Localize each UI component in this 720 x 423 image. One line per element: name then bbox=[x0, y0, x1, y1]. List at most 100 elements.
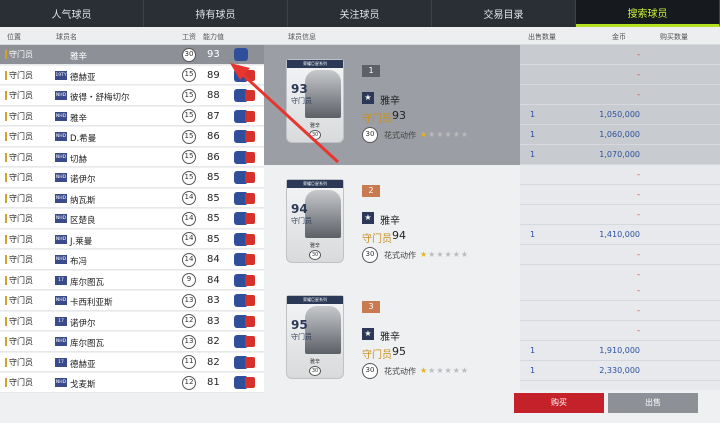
nation-flag-icon bbox=[245, 151, 255, 163]
nation-flag-icon bbox=[245, 172, 255, 183]
player-row[interactable]: 守门员 NHD D.希曼 15 86 bbox=[0, 127, 264, 147]
market-row[interactable]: - bbox=[520, 185, 720, 205]
market-price: 1,410,000 bbox=[599, 230, 640, 239]
list-footer bbox=[0, 395, 264, 423]
player-wage: 9 bbox=[182, 273, 196, 287]
market-row[interactable]: 1 1,050,000 bbox=[520, 105, 720, 125]
market-row[interactable]: - bbox=[520, 165, 720, 185]
player-wage: 12 bbox=[182, 314, 196, 328]
market-row[interactable]: - bbox=[520, 245, 720, 265]
card-name: 雅辛 bbox=[309, 123, 320, 129]
header-position: 位置 bbox=[7, 33, 21, 41]
player-rating: 85 bbox=[207, 192, 220, 204]
tab-popular[interactable]: 人气球员 bbox=[0, 0, 144, 27]
market-row[interactable]: - bbox=[520, 205, 720, 225]
card-position: 守门员 bbox=[291, 217, 312, 225]
season-badge: 17 bbox=[55, 316, 67, 326]
player-card[interactable]: 荣耀巨星系列 93 守门员 雅辛 30 bbox=[286, 59, 344, 143]
player-rating: 84 bbox=[207, 274, 220, 286]
market-quantity: 1 bbox=[530, 150, 536, 159]
market-row[interactable]: 1 1,410,000 bbox=[520, 225, 720, 245]
tab-catalog[interactable]: 交易目录 bbox=[432, 0, 576, 27]
player-row[interactable]: 守门员 NHD 诺伊尔 15 85 bbox=[0, 168, 264, 188]
nation-flag-icon bbox=[245, 356, 255, 368]
player-name: 库尔图瓦 bbox=[70, 277, 105, 288]
player-name: 库尔图瓦 bbox=[70, 339, 105, 349]
season-badge: 17 bbox=[55, 357, 67, 367]
offer-skill: 花式动作 bbox=[384, 251, 416, 260]
card-series: 荣耀巨星系列 bbox=[287, 180, 343, 188]
nation-flag-icon bbox=[245, 110, 255, 122]
offer-item[interactable]: 荣耀巨星系列 95 守门员 雅辛 30 3 ★ 雅辛 守门员 95 30 花式动作 ★★★★★★ - - -1… bbox=[264, 281, 720, 401]
player-name: 德赫亚 bbox=[70, 72, 96, 83]
market-row[interactable]: 1 1,910,000 bbox=[520, 341, 720, 361]
market-row[interactable]: - bbox=[520, 65, 720, 85]
player-wage: 15 bbox=[182, 109, 196, 123]
season-badge: NHD bbox=[55, 378, 67, 387]
player-row[interactable]: 守门员 NHD 纳瓦斯 14 85 bbox=[0, 188, 264, 208]
player-name: 纳瓦斯 bbox=[70, 195, 96, 206]
market-row[interactable]: - bbox=[520, 85, 720, 105]
player-row[interactable]: 守门员 NHD 彼得・舒梅切尔 15 88 bbox=[0, 86, 264, 106]
card-wage: 30 bbox=[309, 366, 321, 376]
player-card[interactable]: 荣耀巨星系列 95 守门员 雅辛 30 bbox=[286, 295, 344, 379]
market-row[interactable]: - bbox=[520, 281, 720, 301]
player-row[interactable]: 守门员 雅辛 30 93 bbox=[0, 45, 264, 65]
market-row[interactable]: 1 1,060,000 bbox=[520, 125, 720, 145]
player-card[interactable]: 荣耀巨星系列 94 守门员 雅辛 30 bbox=[286, 179, 344, 263]
offer-item[interactable]: 荣耀巨星系列 93 守门员 雅辛 30 1 ★ 雅辛 守门员 93 30 花式动作 ★★★★★★ - - -1… bbox=[264, 45, 720, 165]
market-row[interactable]: - bbox=[520, 45, 720, 65]
header-coins: 金币 bbox=[612, 33, 626, 41]
player-row[interactable]: 守门员 NHD 戈麦斯 12 81 bbox=[0, 373, 264, 393]
offer-wage: 30 bbox=[362, 363, 378, 379]
player-row[interactable]: 守门员 17 库尔图瓦 9 84 bbox=[0, 270, 264, 290]
season-badge: NHD bbox=[55, 214, 67, 223]
offer-skill: 花式动作 bbox=[384, 367, 416, 376]
player-wage: 15 bbox=[182, 150, 196, 164]
player-row[interactable]: 守门员 17 诺伊尔 12 83 bbox=[0, 311, 264, 331]
player-name: 雅辛 bbox=[70, 113, 88, 124]
market-row[interactable]: - bbox=[520, 301, 720, 321]
skill-stars: ★★★★★★ bbox=[420, 130, 470, 139]
buy-button[interactable]: 购买 bbox=[514, 393, 604, 413]
market-row[interactable]: 1 2,330,000 bbox=[520, 361, 720, 381]
market-price: 1,050,000 bbox=[599, 110, 640, 119]
card-rating: 95 bbox=[291, 318, 308, 332]
season-badge: 17 bbox=[55, 275, 67, 285]
market-row[interactable]: 1 1,070,000 bbox=[520, 145, 720, 165]
sell-button[interactable]: 出售 bbox=[608, 393, 698, 413]
season-badge: NHD bbox=[55, 132, 67, 141]
offer-item[interactable]: 荣耀巨星系列 94 守门员 雅辛 30 2 ★ 雅辛 守门员 94 30 花式动作 ★★★★★★ - - -1… bbox=[264, 165, 720, 285]
market-screen: 人气球员 持有球员 关注球员 交易目录 搜索球员 位置 球员名 工资 能力值 守… bbox=[0, 0, 720, 423]
offer-skill: 花式动作 bbox=[384, 131, 416, 140]
nation-flag-icon bbox=[245, 274, 255, 286]
offer-player-name: 雅辛 bbox=[380, 332, 400, 343]
player-row[interactable]: 守门员 NHD 切赫 15 86 bbox=[0, 147, 264, 167]
player-row[interactable]: 守门员 NHD 卡西利亚斯 13 83 bbox=[0, 291, 264, 311]
player-position: 守门员 bbox=[5, 255, 33, 264]
market-price: - bbox=[637, 326, 640, 335]
tab-bar: 人气球员 持有球员 关注球员 交易目录 搜索球员 bbox=[0, 0, 720, 27]
market-price: - bbox=[637, 170, 640, 179]
player-name: 区楚良 bbox=[70, 216, 96, 226]
header-quantity: 出售数量 bbox=[528, 33, 556, 41]
season-badge: 19TY bbox=[55, 70, 67, 80]
market-row[interactable]: - bbox=[520, 321, 720, 341]
nation-flag-icon bbox=[245, 192, 255, 204]
player-row[interactable]: 守门员 NHD 布冯 14 84 bbox=[0, 250, 264, 270]
card-name: 雅辛 bbox=[309, 359, 320, 365]
player-rating: 83 bbox=[207, 315, 220, 327]
player-row[interactable]: 守门员 17 德赫亚 11 82 bbox=[0, 352, 264, 372]
player-row[interactable]: 守门员 NHD J.莱曼 14 85 bbox=[0, 229, 264, 249]
club-crest-icon bbox=[234, 48, 248, 61]
tab-owned[interactable]: 持有球员 bbox=[144, 0, 288, 27]
player-row[interactable]: 守门员 19TY 德赫亚 15 89 bbox=[0, 65, 264, 85]
player-row[interactable]: 守门员 NHD 库尔图瓦 13 82 bbox=[0, 332, 264, 352]
tab-watched[interactable]: 关注球员 bbox=[288, 0, 432, 27]
player-row[interactable]: 守门员 NHD 雅辛 15 87 bbox=[0, 106, 264, 126]
player-name: 卡西利亚斯 bbox=[70, 298, 113, 308]
tab-search[interactable]: 搜索球员 bbox=[576, 0, 720, 27]
offer-wage: 30 bbox=[362, 127, 378, 143]
player-row[interactable]: 守门员 NHD 区楚良 14 85 bbox=[0, 209, 264, 229]
card-wage: 30 bbox=[309, 130, 321, 140]
